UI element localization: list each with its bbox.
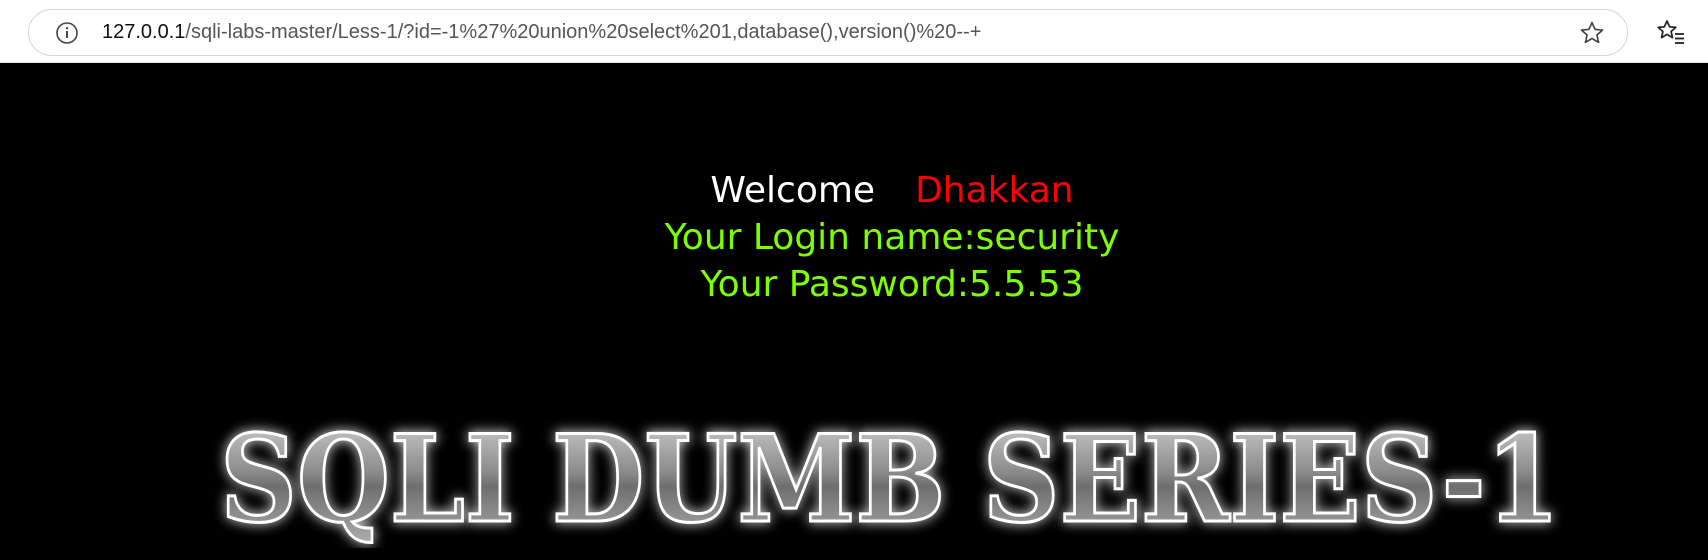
- welcome-name: Dhakkan: [915, 170, 1074, 211]
- browser-toolbar: 127.0.0.1/sqli-labs-master/Less-1/?id=-1…: [0, 0, 1708, 63]
- page-content: Welcome Dhakkan Your Login name:security …: [0, 63, 1708, 560]
- favorites-list-icon[interactable]: [1656, 18, 1686, 46]
- welcome-line: Welcome Dhakkan: [0, 169, 1708, 213]
- star-icon[interactable]: [1579, 20, 1605, 46]
- login-name-line: Your Login name:security: [664, 217, 1120, 258]
- password-line: Your Password:5.5.53: [700, 264, 1084, 305]
- info-icon[interactable]: [55, 21, 79, 45]
- welcome-word: Welcome: [710, 170, 876, 211]
- url-host: 127.0.0.1: [102, 21, 186, 43]
- address-bar[interactable]: 127.0.0.1/sqli-labs-master/Less-1/?id=-1…: [28, 9, 1628, 56]
- url-text[interactable]: 127.0.0.1/sqli-labs-master/Less-1/?id=-1…: [102, 10, 981, 55]
- url-path: /sqli-labs-master/Less-1/?id=-1%27%20uni…: [185, 21, 982, 43]
- banner-text: SQLI DUMB SERIES-1: [220, 409, 1560, 548]
- sqli-dumb-series-banner: SQLI DUMB SERIES-1: [219, 408, 1562, 549]
